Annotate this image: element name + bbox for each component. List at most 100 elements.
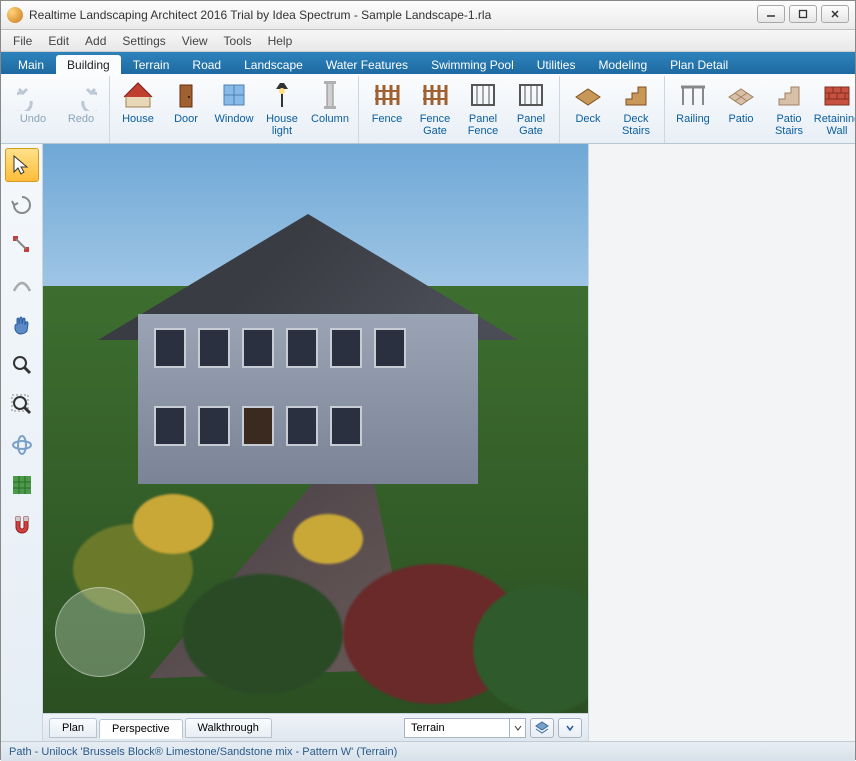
ribbon-label: Fence [372,114,403,126]
ribbon-label: RetainingWall [814,114,855,137]
ribbon-label: Patio [728,114,753,126]
panel-fence-button[interactable]: PanelFence [459,76,507,143]
lamp-icon [265,78,299,112]
curve-tool[interactable] [5,268,39,302]
ribbon-label: DeckStairs [622,114,650,137]
tab-utilities[interactable]: Utilities [526,55,587,74]
retaining-wall-button[interactable]: RetainingWall [813,76,855,143]
panel-icon [466,78,500,112]
status-bar: Path - Unilock 'Brussels Block® Limeston… [1,741,855,761]
redo-icon [64,78,98,112]
menu-help[interactable]: Help [260,32,301,50]
menu-file[interactable]: File [5,32,40,50]
undo-icon [16,78,50,112]
edit-points-tool[interactable] [5,228,39,262]
ribbon-label: Houselight [266,114,298,137]
patio-button[interactable]: Patio [717,76,765,143]
tab-plan-detail[interactable]: Plan Detail [659,55,739,74]
layer-combo-input[interactable] [405,722,509,734]
ribbon-label: Door [174,114,198,126]
tab-terrain[interactable]: Terrain [122,55,181,74]
ribbon-label: Column [311,114,349,126]
tab-modeling[interactable]: Modeling [587,55,658,74]
ribbon-label: House [122,114,154,126]
fence-gate-button[interactable]: FenceGate [411,76,459,143]
snap-tool[interactable] [5,508,39,542]
door-icon [169,78,203,112]
orbit-tool[interactable] [5,428,39,462]
chevron-down-icon[interactable] [509,719,525,737]
menu-view[interactable]: View [174,32,216,50]
fence-button[interactable]: Fence [363,76,411,143]
ribbon-label: Undo [20,114,46,126]
deck-button[interactable]: Deck [564,76,612,143]
layer-options-button[interactable] [558,718,582,738]
panel-icon [514,78,548,112]
layer-combo[interactable] [404,718,526,738]
door-button[interactable]: Door [162,76,210,143]
ribbon-label: Redo [68,114,94,126]
menu-tools[interactable]: Tools [216,32,260,50]
deck-icon [571,78,605,112]
wall-icon [820,78,854,112]
view-bar: PlanPerspectiveWalkthrough [43,713,588,741]
tab-road[interactable]: Road [181,55,232,74]
tab-building[interactable]: Building [56,55,121,74]
app-icon [7,7,23,23]
ribbon-label: PanelGate [517,114,545,137]
deck-stairs-button[interactable]: DeckStairs [612,76,660,143]
close-button[interactable] [821,5,849,23]
window-button[interactable]: Window [210,76,258,143]
menu-edit[interactable]: Edit [40,32,77,50]
layers-button[interactable] [530,718,554,738]
fence-icon [418,78,452,112]
ribbon-label: PatioStairs [775,114,803,137]
tab-main[interactable]: Main [7,55,55,74]
tab-water-features[interactable]: Water Features [315,55,419,74]
grid-tool[interactable] [5,468,39,502]
window-icon [217,78,251,112]
maximize-button[interactable] [789,5,817,23]
pstairs-icon [772,78,806,112]
railing-button[interactable]: Railing [669,76,717,143]
ribbon-label: PanelFence [468,114,499,137]
patio-stairs-button[interactable]: PatioStairs [765,76,813,143]
left-toolbar [1,144,43,741]
ribbon-toolbar: Undo Redo House Door Window Houselight Column F… [1,74,855,144]
column-button[interactable]: Column [306,76,354,143]
3d-viewport[interactable] [43,144,588,713]
view-tab-plan[interactable]: Plan [49,718,97,738]
compass-overlay [55,587,145,677]
minimize-button[interactable] [757,5,785,23]
select-tool[interactable] [5,148,39,182]
house-button[interactable]: House [114,76,162,143]
house-icon [121,78,155,112]
ribbon-label: FenceGate [420,114,451,137]
fence-icon [370,78,404,112]
ribbon-label: Window [214,114,253,126]
ribbon-label: Deck [575,114,600,126]
pan-tool[interactable] [5,308,39,342]
tab-landscape[interactable]: Landscape [233,55,314,74]
house-light-button[interactable]: Houselight [258,76,306,143]
railing-icon [676,78,710,112]
title-bar: Realtime Landscaping Architect 2016 Tria… [1,1,855,30]
tab-swimming-pool[interactable]: Swimming Pool [420,55,525,74]
column-icon [313,78,347,112]
panel-gate-button[interactable]: PanelGate [507,76,555,143]
patio-icon [724,78,758,112]
undo-button[interactable]: Undo [9,76,57,143]
redo-button[interactable]: Redo [57,76,105,143]
menu-settings[interactable]: Settings [114,32,173,50]
view-tab-perspective[interactable]: Perspective [99,719,182,739]
ribbon-label: Railing [676,114,710,126]
stairs-icon [619,78,653,112]
window-title: Realtime Landscaping Architect 2016 Tria… [29,8,491,22]
zoom-region-tool[interactable] [5,388,39,422]
menu-bar: FileEditAddSettingsViewToolsHelp [1,30,855,52]
status-text: Path - Unilock 'Brussels Block® Limeston… [9,746,397,758]
view-tab-walkthrough[interactable]: Walkthrough [185,718,272,738]
zoom-tool[interactable] [5,348,39,382]
rotate-tool[interactable] [5,188,39,222]
menu-add[interactable]: Add [77,32,114,50]
